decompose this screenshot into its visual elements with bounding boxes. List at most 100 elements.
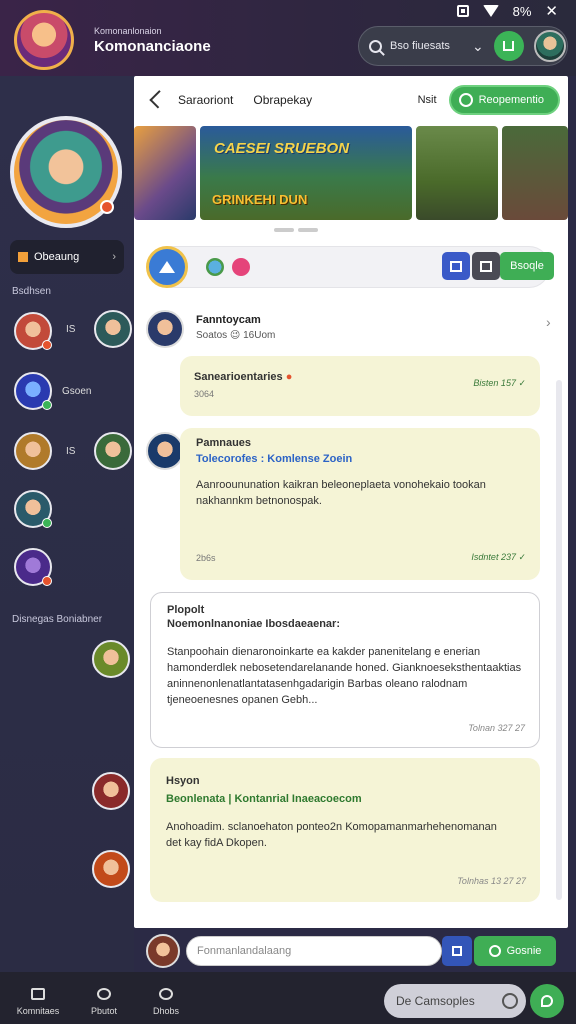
scrollbar[interactable] xyxy=(556,380,562,900)
bottom-search-pill[interactable]: De Camsoples xyxy=(384,984,526,1018)
message-time: Isdntet 237 ✓ xyxy=(471,552,526,562)
header-action-label: Reopementio xyxy=(478,94,544,106)
battery-text: 8% xyxy=(512,3,532,19)
sidebar-section-title: Bsdhsen xyxy=(12,286,51,297)
message-meta: 2b6s xyxy=(196,553,216,563)
send-button[interactable]: Gosnie xyxy=(474,936,556,966)
attach-icon xyxy=(452,946,462,956)
message-time: Tolnan 327 27 xyxy=(468,723,525,733)
friend-badge xyxy=(42,576,52,586)
home-icon[interactable] xyxy=(149,90,168,109)
compose-avatar[interactable] xyxy=(146,246,188,288)
friend-avatar[interactable] xyxy=(94,310,132,348)
banner-thumb[interactable] xyxy=(502,126,568,220)
message-author: Hsyon xyxy=(166,775,200,787)
status-bar: 8% ✕ xyxy=(456,2,558,20)
chevron-right-icon: › xyxy=(112,251,116,263)
header-next[interactable]: Nsit xyxy=(418,94,437,106)
photo-button[interactable] xyxy=(442,252,470,280)
friend-avatar[interactable] xyxy=(94,432,132,470)
chat-icon xyxy=(541,995,553,1007)
post-avatar[interactable] xyxy=(146,432,184,470)
chevron-right-icon[interactable]: › xyxy=(546,314,551,330)
friend-avatar[interactable] xyxy=(14,432,52,470)
message-author: Pamnaues xyxy=(196,437,252,449)
banner-title: CAESEI SRUEBON xyxy=(214,140,350,157)
friend-avatar[interactable] xyxy=(92,772,130,810)
nav-item-communities[interactable]: Komnitaes xyxy=(8,988,68,1016)
sidebar-button-label: Obeaung xyxy=(34,251,80,263)
message-time: Tolnhas 13 27 27 xyxy=(457,876,526,886)
header-tab-2[interactable]: Obrapekay xyxy=(253,93,312,107)
clock-icon xyxy=(502,993,518,1009)
nav-item-profile[interactable]: Pbutot xyxy=(74,988,134,1016)
app-title: Komonanciaone xyxy=(94,38,211,55)
globe-emoji-icon[interactable] xyxy=(206,258,224,276)
message-body: Anohoadim. sclanoehaton ponteo2n Komopam… xyxy=(166,821,497,849)
friend-badge xyxy=(42,518,52,528)
post-button[interactable]: Bsoqle xyxy=(500,252,554,280)
friend-label: Gsoen xyxy=(62,386,92,397)
user-avatar[interactable] xyxy=(533,30,566,62)
search-text: Bso fiuesats xyxy=(390,40,450,52)
send-label: Gosnie xyxy=(506,945,542,957)
friend-avatar[interactable] xyxy=(92,850,130,888)
banner-pager-dot[interactable] xyxy=(274,228,294,232)
header-action-button[interactable]: Reopementio xyxy=(448,85,560,115)
message-input[interactable]: Fonmanlandalaang xyxy=(186,936,442,966)
bottom-pill-label: De Camsoples xyxy=(396,994,475,1008)
photo-icon xyxy=(450,260,462,272)
header-tab-1[interactable]: Saraoriont xyxy=(178,93,233,107)
wifi-icon xyxy=(482,5,499,17)
message-bubble[interactable]: Plopolt Noemonlnanoniae Ibosdaeaenar: St… xyxy=(150,592,540,748)
inbox-icon xyxy=(503,41,515,51)
message-sub: 3064 xyxy=(194,389,215,399)
sidebar-section-title-2: Disnegas Boniabner xyxy=(12,614,103,625)
message-body: Aanrooununation kaikran beleoneplaeta vo… xyxy=(196,479,486,507)
search-box[interactable]: Bso fiuesats ⌄ xyxy=(358,26,568,66)
app-subtitle: Komonanlonaion xyxy=(94,26,162,36)
inbox-button[interactable] xyxy=(493,31,524,61)
message-body: Stanpoohain dienaronoinkarte ea kakder p… xyxy=(167,646,522,706)
triangle-icon xyxy=(159,261,175,273)
message-bubble[interactable]: Sanearioentaries ● 3064 Bisten 157 ✓ xyxy=(180,356,540,416)
profile-icon xyxy=(97,988,111,1000)
message-title: Sanearioentaries ● xyxy=(194,371,293,383)
composer-avatar[interactable] xyxy=(146,934,180,968)
banner-subtitle: GRINKEHI DUN xyxy=(212,192,308,207)
nav-item-search[interactable]: Dhobs xyxy=(136,988,196,1016)
send-icon xyxy=(488,945,501,957)
chevron-down-icon[interactable]: ⌄ xyxy=(472,38,484,55)
post-avatar[interactable] xyxy=(146,310,184,348)
post-subline: Soatos 😉 16Uom xyxy=(196,330,276,341)
banner-main[interactable]: CAESEI SRUEBON GRINKEHI DUN xyxy=(200,126,412,220)
friend-avatar[interactable] xyxy=(92,640,130,678)
app-avatar[interactable] xyxy=(14,10,74,70)
message-title: Noemonlnanoniae Ibosdaeaenar: xyxy=(167,618,340,630)
banner-thumb[interactable] xyxy=(416,126,498,220)
main-header: Saraoriont Obrapekay Nsit Reopementio xyxy=(134,76,568,124)
banner-pager-dot[interactable] xyxy=(298,228,318,232)
friend-count: IS xyxy=(66,324,76,335)
heart-emoji-icon[interactable] xyxy=(232,258,250,276)
post-author: Fanntoycam xyxy=(196,314,261,326)
attach-button[interactable] xyxy=(442,936,472,966)
friend-badge xyxy=(42,340,52,350)
banner-thumb-left[interactable] xyxy=(134,126,196,220)
camera-button[interactable] xyxy=(472,252,500,280)
message-tag: Beonlenata | Kontanrial Inaeacoecom xyxy=(166,793,362,805)
friend-count: IS xyxy=(66,446,76,457)
screen-icon xyxy=(456,5,469,17)
top-bar: 8% ✕ Komonanlonaion Komonanciaone Bso fi… xyxy=(0,0,576,76)
sidebar-dropdown-button[interactable]: Obeaung › xyxy=(10,240,124,274)
message-bubble[interactable]: Pamnaues Tolecorofes : Komlense Zoein Aa… xyxy=(180,428,540,580)
grid-icon xyxy=(31,988,45,1000)
message-tag: Tolecorofes : Komlense Zoein xyxy=(196,453,353,465)
hero-badge xyxy=(100,200,114,214)
close-icon[interactable]: ✕ xyxy=(545,2,558,20)
search-icon xyxy=(369,39,382,53)
camera-icon xyxy=(480,260,492,272)
chat-fab-button[interactable] xyxy=(530,984,564,1018)
flag-icon xyxy=(18,252,28,262)
message-bubble[interactable]: Hsyon Beonlenata | Kontanrial Inaeacoeco… xyxy=(150,758,540,902)
